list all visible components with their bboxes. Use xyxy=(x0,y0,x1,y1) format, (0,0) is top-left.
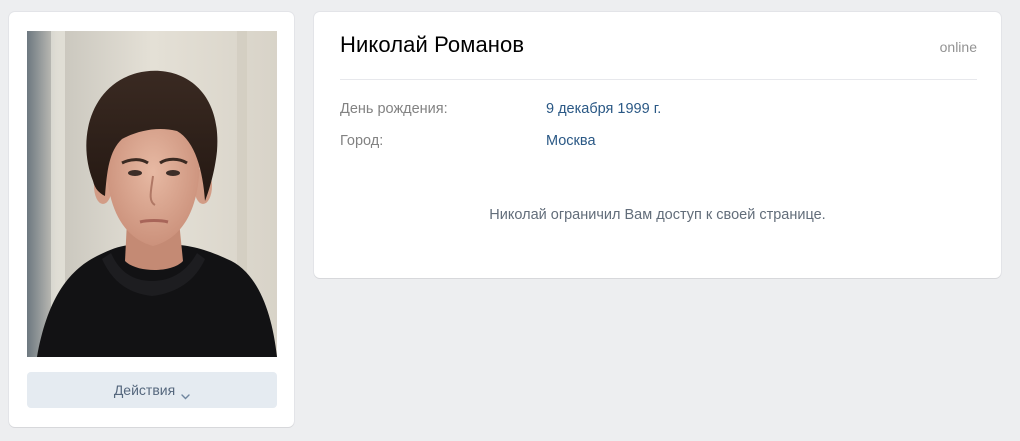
profile-photo-image xyxy=(27,31,277,357)
profile-info-card: Николай Романов online День рождения: 9 … xyxy=(314,12,1001,278)
divider xyxy=(340,79,977,80)
chevron-down-icon xyxy=(181,387,190,400)
profile-photo-card: Действия xyxy=(9,12,294,427)
birthday-label: День рождения: xyxy=(340,101,448,117)
profile-name: Николай Романов xyxy=(340,32,525,57)
actions-button[interactable]: Действия xyxy=(27,372,277,408)
birthday-value-link[interactable]: 9 декабря 1999 г. xyxy=(546,101,661,117)
actions-button-label: Действия xyxy=(113,382,176,398)
city-value-link[interactable]: Москва xyxy=(546,133,596,149)
city-label: Город: xyxy=(340,133,384,149)
access-restricted-message: Николай ограничил Вам доступ к своей стр… xyxy=(489,207,826,223)
online-status: online xyxy=(939,39,977,55)
profile-photo[interactable] xyxy=(27,31,277,357)
